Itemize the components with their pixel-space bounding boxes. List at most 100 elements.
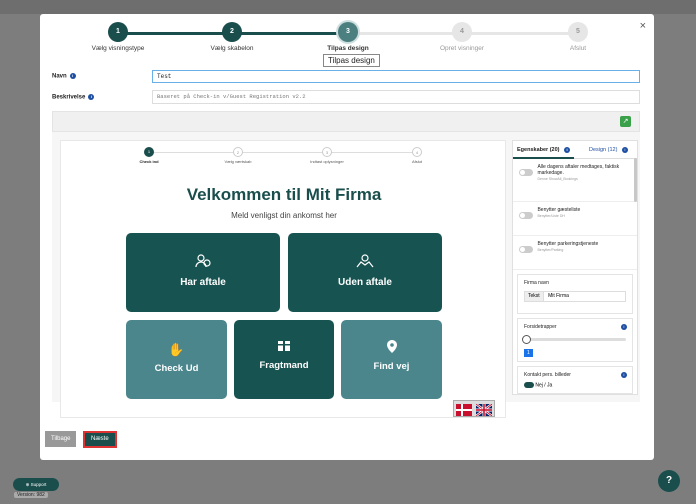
toggle-switch[interactable] — [519, 169, 533, 177]
step-number: 1 — [108, 22, 128, 42]
contact-toggle[interactable]: Nej / Ja — [524, 382, 626, 388]
support-label: Support — [30, 482, 47, 487]
step-number: 5 — [568, 22, 588, 42]
tab-properties[interactable]: Egenskaber (20) i — [513, 141, 575, 159]
description-row: Beskrivelse i — [52, 94, 95, 101]
contact-value: Nej / Ja — [535, 382, 553, 389]
info-icon: i — [88, 94, 95, 100]
preview-step-1: 1 Check ind — [119, 147, 179, 164]
tile-label: Har aftale — [180, 277, 226, 288]
preview-step-3: 3 Indtast oplysninger — [297, 147, 357, 164]
open-external-icon[interactable]: ↗ — [620, 116, 631, 127]
step-1[interactable]: 1 Vælg visningstype — [68, 22, 168, 52]
step-label: Afslut — [569, 45, 587, 52]
slider-track[interactable] — [522, 335, 626, 344]
preview-step-2: 2 Vælg værtskab — [208, 147, 268, 164]
firm-name-value: Mit Firma — [548, 293, 569, 299]
prop-all-bookings: Alle dagens aftaler medtages, faktisk ma… — [513, 159, 637, 202]
info-icon: i — [621, 146, 628, 153]
tab-design[interactable]: Design (12) i — [585, 141, 632, 159]
info-icon: i — [621, 324, 627, 330]
description-label: Beskrivelse — [52, 94, 86, 101]
panel-scrollbar[interactable] — [634, 158, 637, 202]
toggle-switch[interactable] — [519, 246, 533, 254]
prop-contact-images: Kontakt pers. billeder i Nej / Ja — [517, 366, 633, 394]
contact-label: Kontakt pers. billeder — [524, 372, 571, 378]
prop-subtitle: Benytter/Liste DH — [537, 214, 565, 218]
preview-step-label: Afslut — [411, 159, 422, 164]
preview-step-number: 3 — [322, 147, 332, 157]
tile-find-vej[interactable]: Find vej — [341, 320, 442, 399]
step-4[interactable]: 4 Opret visninger — [412, 22, 512, 52]
preview-step-number: 1 — [144, 147, 154, 157]
field-type-tag: Tekst — [525, 292, 544, 301]
support-button[interactable]: ⊕ Support — [13, 478, 59, 491]
name-input[interactable]: Test — [152, 70, 640, 83]
firm-name-label: Firma navn — [524, 280, 550, 286]
step-label: Vælg skabelon — [210, 45, 254, 52]
step-tooltip: Tilpas design — [323, 54, 380, 67]
panel-tabs: Egenskaber (20) i Design (12) i — [513, 141, 637, 159]
preview-step-label: Check ind — [139, 159, 159, 164]
slider-handle[interactable] — [522, 335, 531, 344]
step-label: Vælg visningstype — [91, 45, 145, 52]
back-button[interactable]: Tilbage — [45, 431, 77, 447]
step-number: 2 — [222, 22, 242, 42]
info-icon: i — [69, 73, 76, 79]
step-number: 4 — [452, 22, 472, 42]
preview-stepper-line — [149, 152, 417, 153]
description-input[interactable]: Baseret på Check-in v/Guest Registration… — [152, 90, 640, 104]
background-header — [0, 0, 696, 14]
danish-flag-icon[interactable] — [456, 403, 472, 416]
preview-subtitle: Meld venligst din ankomst her — [231, 211, 337, 220]
kiosk-preview: 1 Check ind 2 Vælg værtskab 3 Indtast op… — [60, 140, 506, 418]
prop-title: Benytter gæsteliste — [537, 207, 581, 213]
prop-guest-list: Benytter gæsteliste Benytter/Liste DH — [513, 202, 637, 236]
tile-label: Find vej — [373, 361, 410, 372]
properties-panel: Egenskaber (20) i Design (12) i Alle dag… — [512, 140, 638, 395]
prop-text: Alle dagens aftaler medtages, faktisk ma… — [537, 164, 627, 182]
next-button[interactable]: Næste — [83, 431, 117, 448]
uk-flag-icon[interactable] — [475, 403, 493, 417]
language-selector — [453, 400, 495, 417]
tile-fragtmand[interactable]: Fragtmand — [234, 320, 334, 399]
tile-check-ud[interactable]: ✋ Check Ud — [126, 320, 227, 399]
prop-subtitle: Denne ShowAll_Bookings — [537, 177, 578, 181]
prop-text: Benytter parkeringstjeneste Benytter/Par… — [537, 241, 627, 253]
prop-text: Benytter gæsteliste Benytter/Liste DH — [537, 207, 627, 219]
people-icon — [126, 253, 280, 272]
preview-step-label: Vælg værtskab — [224, 159, 252, 164]
hand-wave-icon: ✋ — [168, 342, 185, 357]
prop-parking: Benytter parkeringstjeneste Benytter/Par… — [513, 236, 637, 270]
tile-har-aftale[interactable]: Har aftale — [126, 233, 280, 312]
step-5[interactable]: 5 Afslut — [528, 22, 628, 52]
version-label: Version: 982 — [14, 492, 48, 498]
step-label: Tilpas design — [327, 45, 369, 52]
prop-front-stairs: Forsidetrapper i 1 — [517, 318, 633, 362]
prop-title-line2: markedage. — [537, 170, 564, 176]
tile-label: Fragtmand — [259, 360, 309, 371]
preview-step-4: 4 Afslut — [387, 147, 447, 164]
preview-title: Velkommen til Mit Firma — [186, 185, 382, 204]
firm-name-field[interactable]: Tekst Mit Firma — [524, 291, 626, 302]
prop-subtitle: Benytter/Parking — [537, 248, 564, 252]
toggle-switch[interactable] — [519, 212, 533, 220]
preview-step-number: 2 — [233, 147, 243, 157]
name-row: Navn i — [52, 73, 76, 80]
step-label: Opret visninger — [439, 45, 485, 52]
tile-label: Check Ud — [154, 363, 199, 374]
tab-label: Design (12) — [589, 147, 618, 153]
slider-label: Forsidetrapper — [524, 324, 557, 330]
help-button[interactable]: ? — [658, 470, 680, 492]
toggle-switch[interactable] — [524, 382, 534, 388]
name-label: Navn — [52, 73, 67, 80]
step-number: 3 — [338, 22, 358, 42]
step-3[interactable]: 3 Tilpas design — [298, 22, 398, 52]
box-icon — [234, 340, 334, 355]
prop-title: Benytter parkeringstjeneste — [537, 241, 599, 247]
prop-firm-name: Firma navn Tekst Mit Firma — [517, 274, 633, 314]
step-2[interactable]: 2 Vælg skabelon — [182, 22, 282, 52]
toolbar: ↗ — [52, 111, 640, 132]
tile-uden-aftale[interactable]: Uden aftale — [288, 233, 442, 312]
group-icon — [288, 253, 442, 272]
